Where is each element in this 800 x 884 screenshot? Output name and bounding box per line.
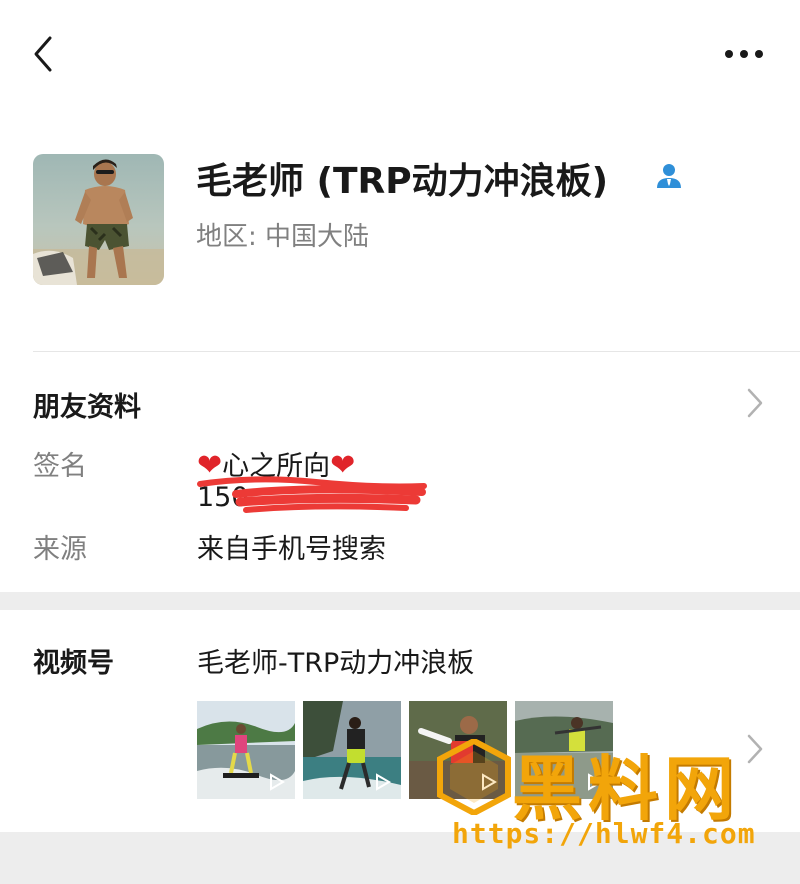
signature-label: 签名	[33, 451, 87, 482]
divider	[33, 351, 800, 352]
video-thumbnail[interactable]	[197, 701, 295, 799]
avatar[interactable]	[33, 154, 164, 285]
video-thumbnail[interactable]	[409, 701, 507, 799]
channels-name[interactable]: 毛老师-TRP动力冲浪板	[197, 641, 474, 680]
section-gap	[0, 592, 800, 610]
chevron-left-icon[interactable]	[28, 34, 58, 74]
channels-label[interactable]: 视频号	[33, 641, 114, 680]
profile-region: 地区: 中国大陆	[196, 222, 370, 252]
video-thumbnail[interactable]	[303, 701, 401, 799]
contact-person-icon	[657, 164, 681, 188]
more-dots-icon[interactable]	[722, 42, 766, 66]
profile-header: 毛老师 (TRP动力冲浪板) 地区: 中国大陆	[0, 130, 800, 352]
chevron-right-icon[interactable]	[746, 733, 764, 765]
redaction-scribble	[197, 476, 427, 513]
source-value: 来自手机号搜索	[197, 534, 386, 565]
friend-info-title[interactable]: 朋友资料	[33, 385, 141, 424]
video-thumbnail[interactable]	[515, 701, 613, 799]
channel-thumbnails	[197, 701, 627, 799]
chevron-right-icon[interactable]	[746, 387, 764, 419]
source-label: 来源	[33, 534, 87, 565]
section-gap	[0, 832, 800, 884]
profile-name: 毛老师 (TRP动力冲浪板)	[196, 161, 609, 202]
top-bar	[0, 0, 800, 110]
